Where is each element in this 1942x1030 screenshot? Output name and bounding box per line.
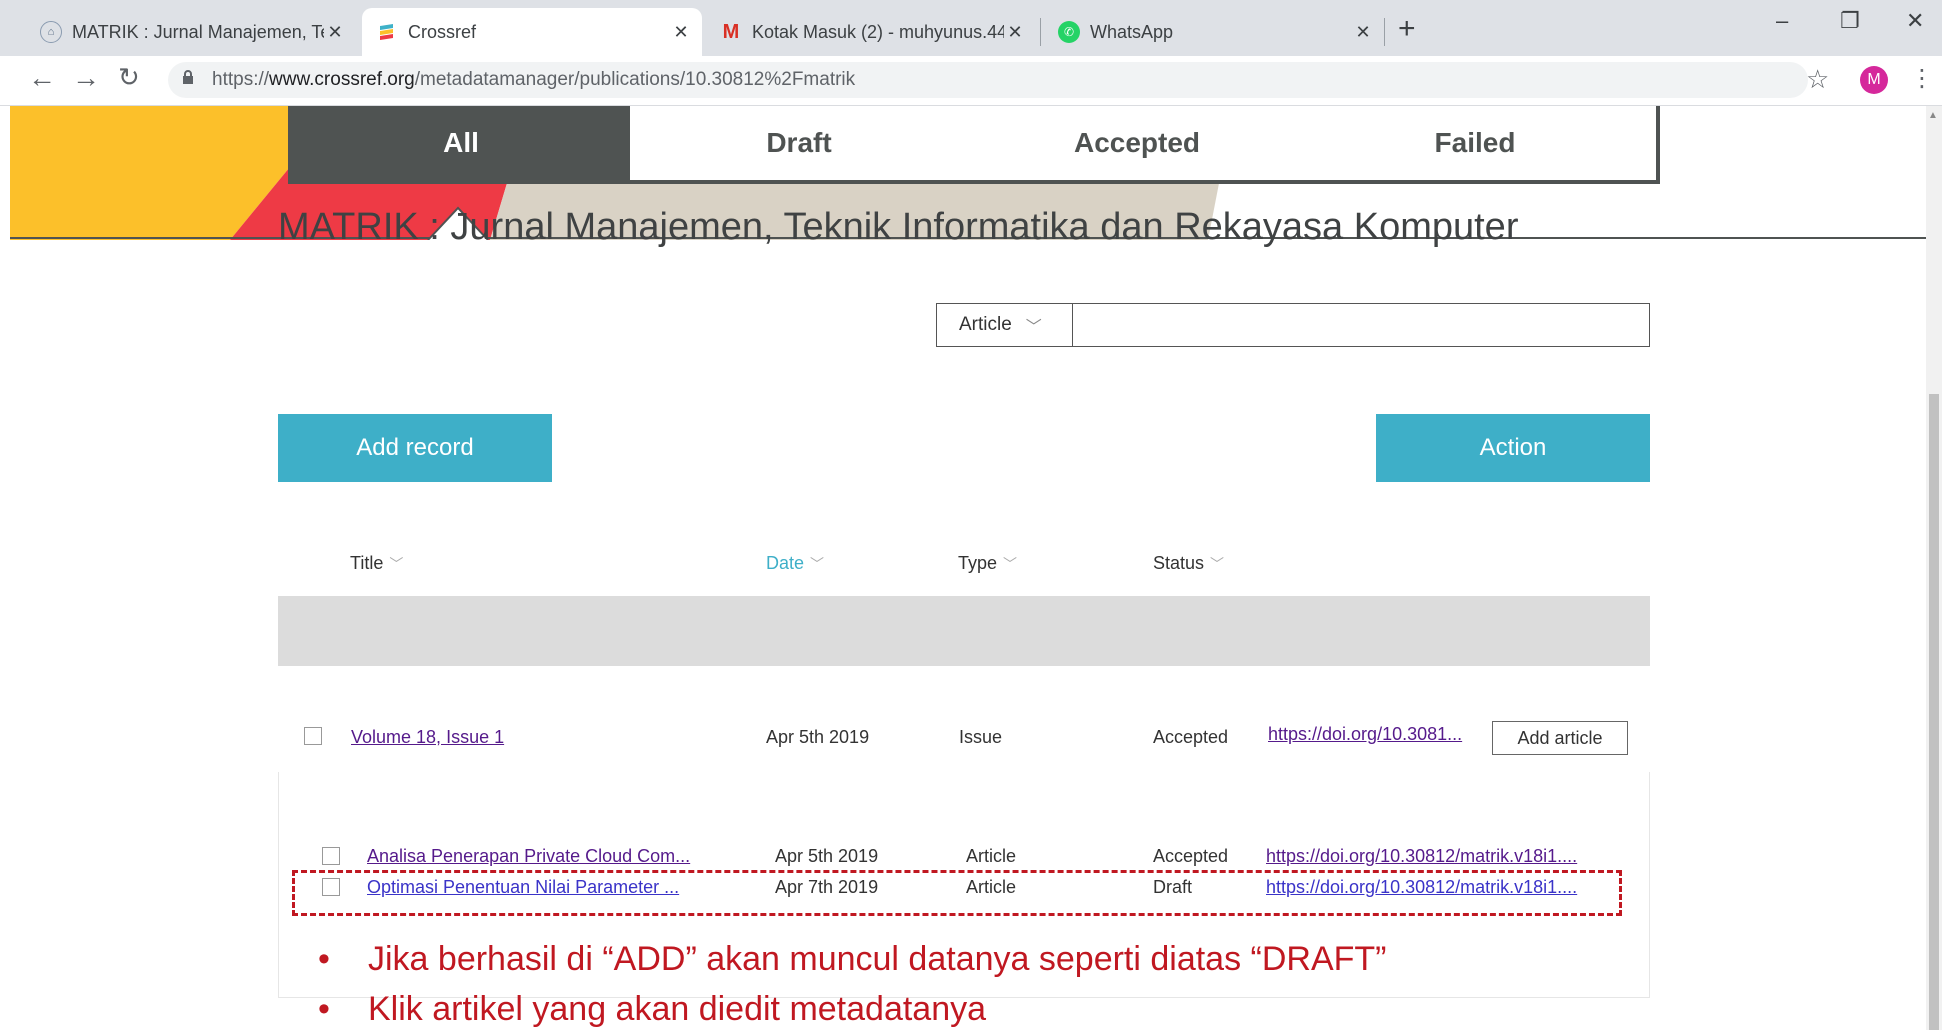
- status-tabs: All Draft Accepted Failed: [288, 106, 1660, 184]
- page-title: MATRIK : Jurnal Manajemen, Teknik Inform…: [278, 206, 1519, 248]
- url-path: /metadatamanager/publications/10.30812%2…: [414, 69, 856, 90]
- search-input[interactable]: [1072, 303, 1650, 347]
- action-button[interactable]: Action: [1376, 414, 1650, 482]
- chevron-down-icon: ﹀: [389, 556, 404, 572]
- article-doi-link[interactable]: https://doi.org/10.30812/matrik.v18i1...…: [1266, 846, 1577, 867]
- chevron-down-icon: ﹀: [1025, 319, 1042, 336]
- add-record-button[interactable]: Add record: [278, 414, 552, 482]
- whatsapp-favicon-icon: ✆: [1058, 21, 1080, 43]
- close-tab-icon[interactable]: ✕: [670, 22, 692, 43]
- url-domain: www.crossref.org: [269, 69, 415, 90]
- browser-tab-whatsapp[interactable]: ✆ WhatsApp ✕: [1044, 8, 1384, 56]
- restore-icon[interactable]: ❐: [1840, 8, 1860, 34]
- article-type: Article: [966, 846, 1017, 866]
- article-title-link[interactable]: Analisa Penerapan Private Cloud Com...: [367, 846, 690, 867]
- header-title-label: Title: [350, 553, 384, 573]
- bullet-icon: •: [318, 940, 330, 978]
- close-window-icon[interactable]: ✕: [1906, 8, 1924, 34]
- lock-icon: [182, 70, 194, 88]
- scrollbar-thumb[interactable]: [1929, 394, 1939, 1030]
- header-date-label: Date: [766, 553, 805, 573]
- tab-divider: [1040, 18, 1041, 46]
- tab-title: Crossref: [408, 21, 477, 42]
- menu-kebab-icon[interactable]: ⋮: [1910, 64, 1934, 93]
- url-text[interactable]: https://www.crossref.org/metadatamanager…: [212, 69, 855, 91]
- issue-date: Apr 5th 2019: [766, 727, 870, 747]
- new-tab-icon[interactable]: +: [1398, 12, 1416, 46]
- browser-tab-matrik[interactable]: ⌂ MATRIK : Jurnal Manajemen, Tekr ✕: [26, 8, 356, 56]
- header-date[interactable]: Date ﹀: [766, 553, 824, 574]
- issue-title-link[interactable]: Volume 18, Issue 1: [351, 727, 504, 748]
- tab-all[interactable]: All: [292, 106, 630, 180]
- scroll-up-arrow-icon[interactable]: ▲: [1928, 110, 1938, 121]
- annotation-note: • Klik artikel yang akan diedit metadatan…: [318, 990, 986, 1029]
- close-tab-icon[interactable]: ✕: [1352, 22, 1374, 43]
- issue-status: Accepted: [1153, 727, 1229, 747]
- minimize-icon[interactable]: –: [1776, 8, 1788, 34]
- record-type-value: Article: [959, 314, 1012, 335]
- issue-row: [278, 596, 1650, 666]
- close-tab-icon[interactable]: ✕: [1004, 22, 1026, 43]
- issue-doi-link[interactable]: https://doi.org/10.3081...: [1268, 724, 1462, 745]
- article-date: Apr 5th 2019: [775, 846, 879, 866]
- bullet-icon: •: [318, 990, 330, 1028]
- reload-icon[interactable]: ↻: [118, 62, 140, 93]
- url-prefix: https://: [212, 69, 270, 90]
- header-status-label: Status: [1153, 553, 1205, 573]
- browser-tab-gmail[interactable]: M Kotak Masuk (2) - muhyunus.446 ✕: [706, 8, 1036, 56]
- journal-favicon-icon: ⌂: [40, 21, 62, 43]
- chevron-down-icon: ﹀: [810, 556, 825, 572]
- chevron-down-icon: ﹀: [1210, 556, 1225, 572]
- crossref-favicon-icon: [376, 21, 398, 43]
- add-article-button[interactable]: Add article: [1492, 721, 1628, 755]
- tab-failed[interactable]: Failed: [1306, 106, 1644, 180]
- close-tab-icon[interactable]: ✕: [324, 22, 346, 43]
- header-type[interactable]: Type ﹀: [958, 553, 1017, 574]
- browser-tab-crossref[interactable]: Crossref ✕: [362, 8, 702, 56]
- tab-divider: [1384, 18, 1385, 46]
- gmail-favicon-icon: M: [722, 20, 740, 43]
- issue-type: Issue: [959, 727, 1003, 747]
- tab-accepted[interactable]: Accepted: [968, 106, 1306, 180]
- header-title[interactable]: Title ﹀: [350, 553, 403, 574]
- annotation-note-text: Klik artikel yang akan diedit metadatany…: [368, 990, 987, 1028]
- bookmark-star-icon[interactable]: ☆: [1806, 64, 1829, 95]
- annotation-note: • Jika berhasil di “ADD” akan muncul data…: [318, 940, 1387, 979]
- annotation-note-text: Jika berhasil di “ADD” akan muncul datan…: [368, 940, 1387, 978]
- article-status: Accepted: [1153, 846, 1229, 866]
- tab-title: WhatsApp: [1090, 21, 1174, 42]
- forward-icon[interactable]: →: [72, 62, 100, 94]
- chevron-down-icon: ﹀: [1003, 556, 1018, 572]
- tab-draft[interactable]: Draft: [630, 106, 968, 180]
- article-checkbox[interactable]: [322, 847, 340, 865]
- header-status[interactable]: Status ﹀: [1153, 553, 1224, 574]
- tab-title: MATRIK : Jurnal Manajemen, Tekr: [72, 21, 324, 42]
- profile-avatar[interactable]: M: [1860, 66, 1888, 94]
- header-type-label: Type: [958, 553, 998, 573]
- back-icon[interactable]: ←: [28, 62, 56, 94]
- record-type-select[interactable]: Article ﹀: [936, 303, 1073, 347]
- tab-title: Kotak Masuk (2) - muhyunus.446: [752, 21, 1004, 42]
- issue-checkbox[interactable]: [304, 727, 322, 745]
- highlight-annotation-box: [292, 870, 1622, 916]
